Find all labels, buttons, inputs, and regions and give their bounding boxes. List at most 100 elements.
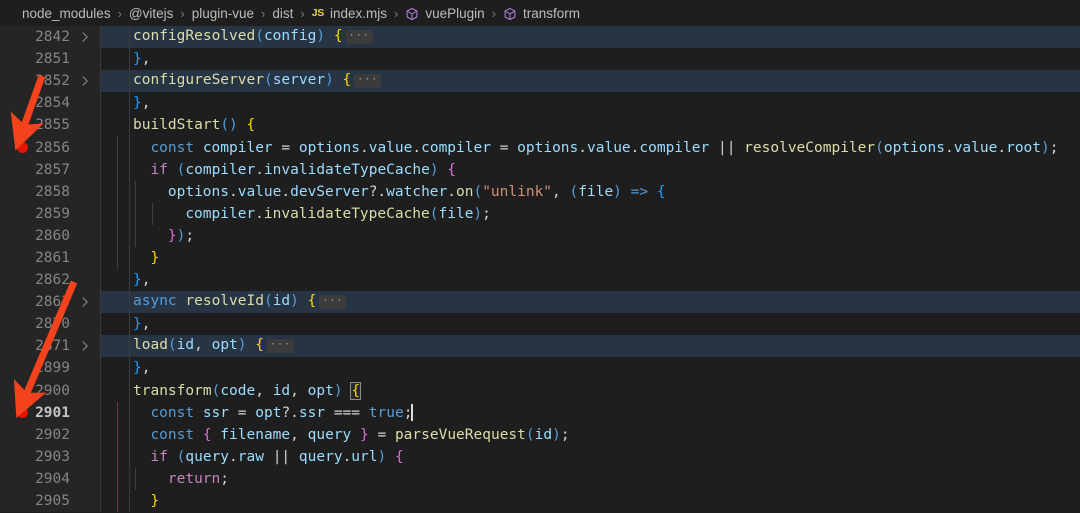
code-line[interactable]: 2870}, xyxy=(0,313,1080,336)
code-line[interactable]: 2860}); xyxy=(0,224,1080,247)
breadcrumb-separator: › xyxy=(491,5,496,21)
code-line-content[interactable]: const { filename, query } = parseVueRequ… xyxy=(100,423,1080,446)
editor-gutter[interactable]: 2902 xyxy=(0,423,100,446)
code-line[interactable]: 2902 const { filename, query } = parseVue… xyxy=(0,423,1080,446)
code-line[interactable]: 2903 if (query.raw || query.url) { xyxy=(0,445,1080,468)
code-line-content[interactable]: }); xyxy=(100,224,1080,247)
code-line-content[interactable]: compiler.invalidateTypeCache(file); xyxy=(100,202,1080,225)
code-line-content[interactable]: }, xyxy=(100,269,1080,291)
code-line-content[interactable]: }, xyxy=(100,357,1080,379)
editor-gutter[interactable]: 2851 xyxy=(0,48,100,71)
editor-gutter[interactable]: 2903 xyxy=(0,445,100,468)
code-line-content[interactable]: if (query.raw || query.url) { xyxy=(100,445,1080,468)
code-line[interactable]: 2852 configureServer(server) {··· xyxy=(0,70,1080,93)
code-line-content[interactable]: configureServer(server) {··· xyxy=(100,70,1080,93)
editor-gutter[interactable]: 2852 xyxy=(0,70,100,93)
gutter-divider xyxy=(129,269,130,292)
code-line-content[interactable]: async resolveId(id) {··· xyxy=(100,291,1080,314)
fold-ellipsis[interactable]: ··· xyxy=(345,30,373,45)
code-token: } xyxy=(133,272,142,289)
editor-gutter[interactable]: 2899 xyxy=(0,357,100,380)
editor-gutter[interactable]: 2904 xyxy=(0,467,100,490)
code-line-content[interactable]: return; xyxy=(100,467,1080,490)
code-line-content[interactable]: buildStart() { xyxy=(100,114,1080,136)
code-line[interactable]: 2899}, xyxy=(0,357,1080,380)
code-line-content[interactable]: }, xyxy=(100,313,1080,335)
breadcrumb-item-transform[interactable]: transform xyxy=(503,6,580,21)
editor-gutter[interactable]: 2871 xyxy=(0,335,100,358)
code-line[interactable]: 2904 return; xyxy=(0,467,1080,490)
breakpoint-icon[interactable] xyxy=(17,407,28,419)
fold-ellipsis[interactable]: ··· xyxy=(319,295,347,310)
fold-chevron-icon[interactable] xyxy=(78,74,92,88)
code-line-content[interactable]: }, xyxy=(100,92,1080,114)
code-line[interactable]: 2871 load(id, opt) {··· xyxy=(0,335,1080,358)
code-line-content[interactable]: const compiler = options.value.compiler … xyxy=(100,136,1080,159)
fold-chevron-icon[interactable] xyxy=(78,30,92,44)
fold-ellipsis[interactable]: ··· xyxy=(267,339,295,354)
code-line[interactable]: 2901 const ssr = opt?.ssr === true; xyxy=(0,401,1080,424)
indent-guide xyxy=(117,445,119,468)
code-line[interactable]: 2900 transform(code, id, opt) { xyxy=(0,379,1080,402)
code-line-content[interactable]: } xyxy=(100,489,1080,513)
breadcrumb-separator: › xyxy=(261,5,266,21)
code-line[interactable]: 2856 const compiler = options.value.compi… xyxy=(0,136,1080,159)
breadcrumb-item-vueplugin[interactable]: vuePlugin xyxy=(405,6,485,21)
editor-gutter[interactable]: 2905 xyxy=(0,489,100,513)
editor-gutter[interactable]: 2857 xyxy=(0,158,100,181)
breakpoint-icon[interactable] xyxy=(17,142,28,154)
editor-gutter[interactable]: 2855 xyxy=(0,114,100,137)
editor-gutter[interactable]: 2900 xyxy=(0,379,100,402)
breadcrumb-item-node-modules[interactable]: node_modules xyxy=(22,6,111,21)
fold-chevron-icon[interactable] xyxy=(78,295,92,309)
editor-gutter[interactable]: 2856 xyxy=(0,136,100,159)
indent-guide xyxy=(117,136,119,159)
code-line-content[interactable]: transform(code, id, opt) { xyxy=(100,380,1080,402)
line-number: 2854 xyxy=(35,95,70,112)
code-token: value xyxy=(237,183,282,200)
code-line[interactable]: 2857 if (compiler.invalidateTypeCache) { xyxy=(0,158,1080,181)
code-line-content[interactable]: } xyxy=(100,246,1080,270)
breadcrumb-item-dist[interactable]: dist xyxy=(272,6,293,21)
line-number: 2862 xyxy=(35,272,70,289)
breadcrumb-item--vitejs[interactable]: @vitejs xyxy=(129,6,173,21)
breadcrumb-item-plugin-vue[interactable]: plugin-vue xyxy=(192,6,254,21)
code-line[interactable]: 2905} xyxy=(0,489,1080,513)
code-line-content[interactable]: options.value.devServer?.watcher.on("unl… xyxy=(100,180,1080,203)
code-line[interactable]: 2855 buildStart() { xyxy=(0,114,1080,137)
fold-chevron-icon[interactable] xyxy=(78,339,92,353)
editor-gutter[interactable]: 2863 xyxy=(0,291,100,314)
code-line[interactable]: 2858 options.value.devServer?.watcher.on(… xyxy=(0,180,1080,203)
code-line-content[interactable]: const ssr = opt?.ssr === true; xyxy=(100,401,1080,424)
code-line[interactable]: 2861} xyxy=(0,246,1080,270)
code-token: const xyxy=(150,426,195,443)
code-line-content[interactable]: }, xyxy=(100,48,1080,70)
code-line[interactable]: 2859 compiler.invalidateTypeCache(file); xyxy=(0,202,1080,225)
editor-gutter[interactable]: 2854 xyxy=(0,92,100,115)
fold-ellipsis[interactable]: ··· xyxy=(354,74,382,89)
gutter-divider xyxy=(100,246,101,270)
code-editor[interactable]: 2842 configResolved(config) {··· 2851}, 285… xyxy=(0,26,1080,513)
code-line-content[interactable]: if (compiler.invalidateTypeCache) { xyxy=(100,158,1080,181)
editor-gutter[interactable]: 2860 xyxy=(0,224,100,247)
code-line[interactable]: 2862}, xyxy=(0,269,1080,292)
code-line[interactable]: 2842 configResolved(config) {··· xyxy=(0,26,1080,49)
editor-gutter[interactable]: 2901 xyxy=(0,401,100,424)
breadcrumb[interactable]: node_modules › @vitejs › plugin-vue › dist › JS i… xyxy=(0,0,1080,26)
code-line-content[interactable]: load(id, opt) {··· xyxy=(100,335,1080,358)
editor-gutter[interactable]: 2859 xyxy=(0,202,100,225)
code-token: ( xyxy=(167,337,177,354)
editor-gutter[interactable]: 2870 xyxy=(0,313,100,336)
code-line[interactable]: 2863 async resolveId(id) {··· xyxy=(0,291,1080,314)
code-line[interactable]: 2851}, xyxy=(0,48,1080,71)
editor-gutter[interactable]: 2862 xyxy=(0,269,100,292)
editor-gutter[interactable]: 2861 xyxy=(0,246,100,270)
code-token: } xyxy=(133,95,142,112)
code-line[interactable]: 2854}, xyxy=(0,92,1080,115)
code-line-content[interactable]: configResolved(config) {··· xyxy=(100,26,1080,49)
code-token: id xyxy=(534,426,553,443)
editor-gutter[interactable]: 2858 xyxy=(0,180,100,203)
breadcrumb-item-index-mjs[interactable]: JS index.mjs xyxy=(312,6,387,21)
gutter-divider xyxy=(100,224,101,247)
editor-gutter[interactable]: 2842 xyxy=(0,26,100,49)
